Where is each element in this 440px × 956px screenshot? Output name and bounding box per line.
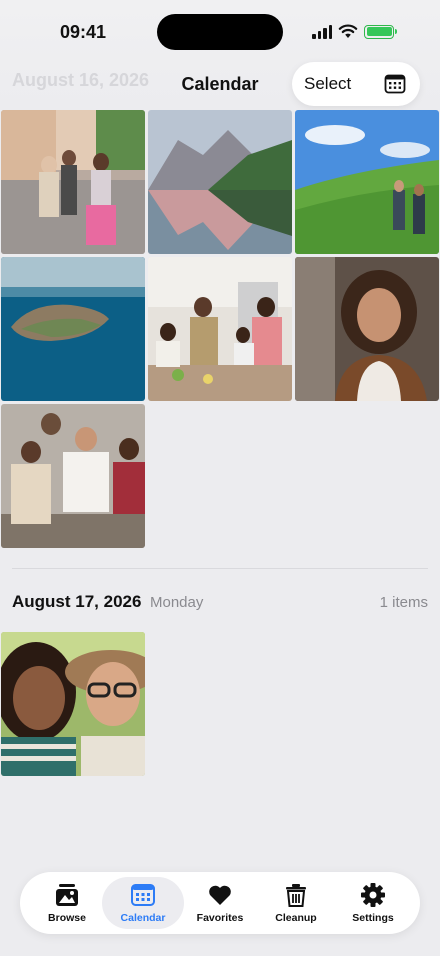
tab-settings[interactable]: Settings	[332, 877, 414, 929]
gear-icon	[361, 883, 385, 907]
tab-label: Favorites	[196, 912, 244, 924]
select-button[interactable]: Select	[304, 74, 351, 94]
photo-thumbnail-hikers-meadow[interactable]	[295, 110, 439, 254]
tab-favorites[interactable]: Favorites	[179, 877, 261, 929]
status-bar: 09:41	[0, 0, 440, 60]
dynamic-island	[157, 14, 283, 50]
photo-thumbnail-street-people[interactable]	[1, 110, 145, 254]
heart-icon	[209, 885, 231, 905]
wifi-icon	[338, 24, 358, 38]
section-weekday: Monday	[150, 594, 204, 611]
calendar-icon[interactable]	[384, 73, 406, 95]
tab-calendar[interactable]: Calendar	[102, 877, 184, 929]
trash-icon	[286, 884, 306, 907]
tab-label: Calendar	[120, 912, 166, 924]
status-icons	[312, 24, 397, 39]
section-item-count: 1 items	[379, 594, 428, 611]
tab-label: Settings	[352, 912, 394, 924]
tab-label: Cleanup	[275, 912, 317, 924]
photo-thumbnail-island-aerial[interactable]	[1, 257, 145, 401]
photo-thumbnail-family-kitchen[interactable]	[148, 257, 292, 401]
tab-bar: Browse Calendar Favorites Cleanup Settin…	[20, 872, 420, 934]
photo-thumbnail-mountain-lake[interactable]	[148, 110, 292, 254]
photo-stack-icon	[56, 884, 78, 906]
photo-thumbnail-two-friends-selfie[interactable]	[1, 632, 145, 776]
photo-thumbnail-woman-portrait[interactable]	[295, 257, 439, 401]
battery-icon	[364, 24, 397, 39]
status-time: 09:41	[60, 22, 107, 42]
tab-browse[interactable]: Browse	[26, 877, 108, 929]
photo-grid-august-17	[1, 632, 439, 776]
section-date: August 17, 2026	[12, 592, 142, 611]
tab-cleanup[interactable]: Cleanup	[255, 877, 337, 929]
select-toolbar: Select	[292, 62, 420, 106]
tab-label: Browse	[48, 912, 86, 924]
section-divider	[12, 568, 428, 569]
calendar-icon	[131, 884, 155, 906]
photo-grid-august-16	[1, 110, 439, 548]
cellular-signal-icon	[312, 24, 332, 39]
photo-thumbnail-friends-group[interactable]	[1, 404, 145, 548]
